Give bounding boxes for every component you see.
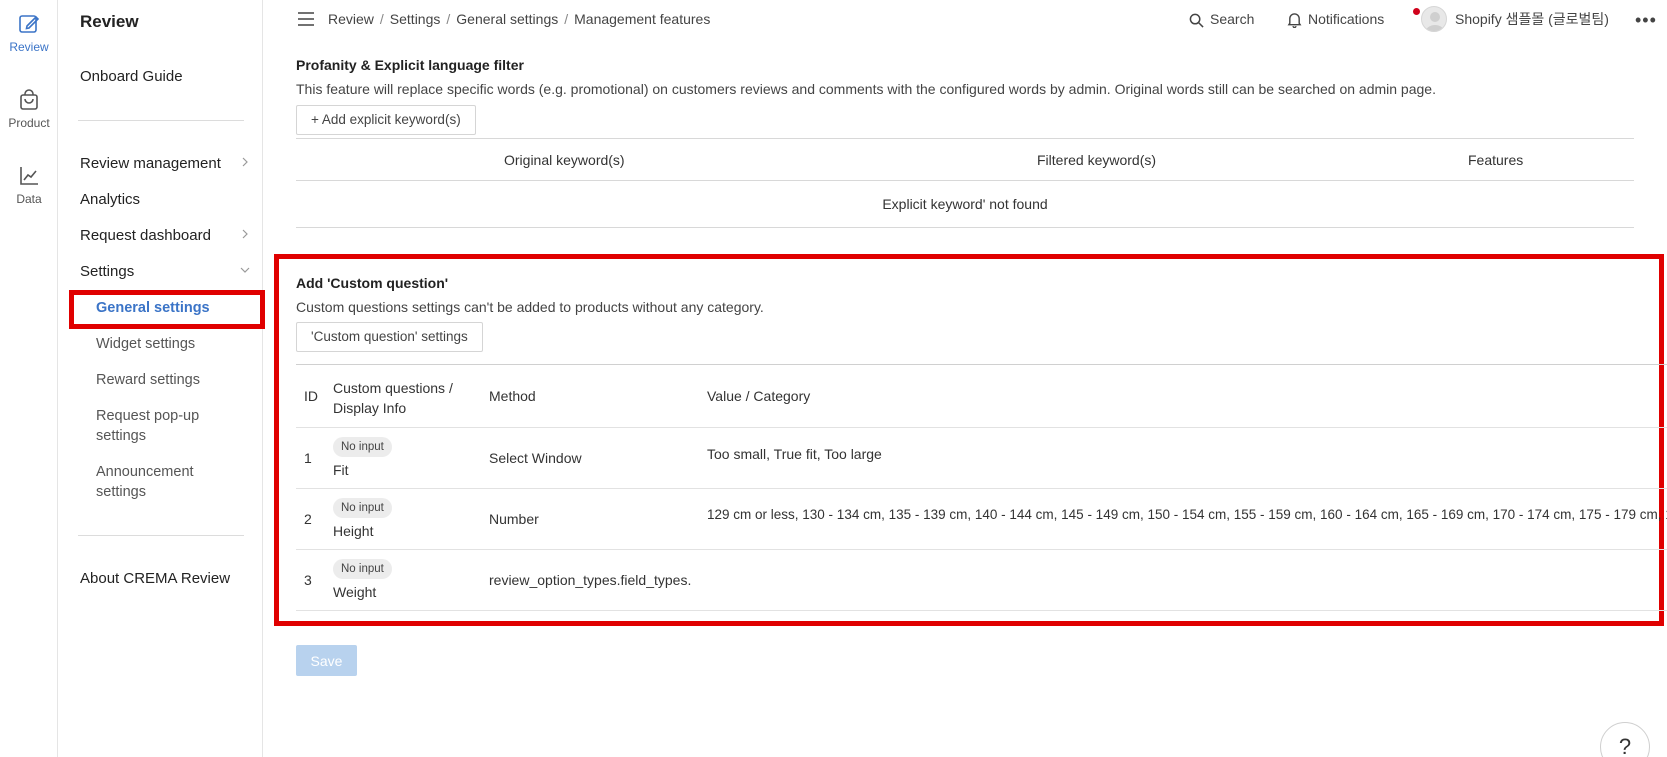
rail-item-review[interactable]: Review — [0, 12, 58, 54]
rail-item-data[interactable]: Data — [0, 164, 58, 206]
sidebar-item-settings[interactable]: Settings — [80, 263, 250, 280]
more-options-button[interactable]: ••• — [1635, 10, 1657, 31]
search-button[interactable]: Search — [1189, 11, 1254, 28]
menu-icon[interactable] — [298, 12, 314, 26]
sidebar-subitem-reward-settings[interactable]: Reward settings — [96, 370, 246, 390]
profanity-description: This feature will replace specific words… — [296, 81, 1436, 97]
breadcrumb: Review / Settings / General settings / Managem… — [328, 11, 710, 27]
search-icon — [1189, 13, 1204, 28]
search-label: Search — [1210, 11, 1255, 27]
question-value: Too small, True fit, Too large — [707, 446, 882, 462]
column-header: Value / Category — [707, 388, 811, 404]
edit-icon — [19, 15, 40, 33]
sidebar-subitem-request-popup-settings[interactable]: Request pop-up settings — [96, 406, 246, 446]
bell-icon — [1287, 13, 1302, 29]
column-header: Features — [1468, 152, 1524, 168]
question-value: 129 cm or less, 130 - 134 cm, 135 - 139 … — [707, 507, 1667, 522]
save-button[interactable]: Save — [296, 645, 357, 676]
sidebar-divider — [78, 535, 244, 536]
badge-label: No input — [333, 559, 392, 579]
question-method: review_option_types.field_types. — [489, 572, 692, 588]
sidebar-item-onboard-guide[interactable]: Onboard Guide — [80, 68, 250, 85]
sidebar-subitem-general-settings[interactable]: General settings — [96, 298, 246, 318]
notifications-label: Notifications — [1308, 11, 1385, 27]
user-name: Shopify 샘플몰 (글로벌팀) — [1455, 11, 1609, 27]
table-row[interactable]: 1 No input Fit Select Window Too small, … — [296, 428, 1667, 489]
column-header: ID — [304, 388, 318, 404]
user-menu[interactable]: Shopify 샘플몰 (글로벌팀) — [1421, 6, 1609, 34]
sidebar: Review Onboard Guide Review management A… — [58, 0, 263, 757]
question-method: Number — [489, 511, 539, 527]
row-id: 3 — [304, 572, 312, 588]
sidebar-item-label: About CREMA Review — [80, 570, 231, 587]
table-header: Original keyword(s) Filtered keyword(s) … — [296, 138, 1634, 181]
column-header: Original keyword(s) — [504, 152, 625, 168]
row-id: 1 — [304, 450, 312, 466]
line-chart-icon — [20, 167, 38, 185]
sidebar-item-analytics[interactable]: Analytics — [80, 191, 250, 208]
empty-state: Explicit keyword' not found — [296, 181, 1634, 228]
question-name: Weight — [333, 584, 377, 600]
rail-item-label: Data — [16, 192, 42, 206]
rail-item-label: Product — [8, 116, 50, 130]
input-status-badge: No input — [333, 437, 392, 457]
column-header: Method — [489, 388, 536, 404]
table-header: ID Custom questions / Display Info Metho… — [296, 364, 1667, 428]
question-name: Height — [333, 523, 374, 539]
badge-label: No input — [333, 498, 392, 518]
add-explicit-keyword-button[interactable]: + Add explicit keyword(s) — [296, 105, 476, 135]
chevron-right-icon — [242, 157, 248, 167]
sidebar-item-review-management[interactable]: Review management — [80, 155, 250, 172]
custom-question-title: Add 'Custom question' — [296, 275, 449, 291]
shopping-bag-icon — [20, 89, 38, 110]
sidebar-item-label: Settings — [80, 263, 135, 280]
avatar — [1421, 6, 1447, 32]
sidebar-item-about[interactable]: About CREMA Review — [80, 570, 250, 587]
icon-rail: Review Product Data — [0, 0, 58, 757]
table-row[interactable]: 2 No input Height Number 129 cm or less,… — [296, 489, 1667, 550]
sidebar-item-label: Request dashboard — [80, 227, 211, 244]
badge-label: No input — [333, 437, 392, 457]
input-status-badge: No input — [333, 498, 392, 518]
notifications-button[interactable]: Notifications — [1287, 8, 1420, 29]
user-icon — [1425, 12, 1445, 31]
help-button[interactable]: ? — [1600, 722, 1650, 757]
breadcrumb-separator: / — [564, 11, 569, 27]
chevron-down-icon — [240, 267, 250, 273]
sidebar-divider — [78, 120, 244, 121]
sidebar-item-label: General settings — [96, 300, 210, 316]
custom-question-settings-button[interactable]: 'Custom question' settings — [296, 322, 483, 352]
question-name: Fit — [333, 462, 349, 478]
question-method: Select Window — [489, 450, 582, 466]
sidebar-item-label: Review management — [80, 155, 221, 172]
sidebar-item-label: Onboard Guide — [80, 68, 183, 85]
sidebar-subitem-widget-settings[interactable]: Widget settings — [96, 334, 246, 354]
rail-item-product[interactable]: Product — [0, 88, 58, 130]
breadcrumb-item[interactable]: Review — [328, 11, 374, 27]
sidebar-item-label: Widget settings — [96, 336, 196, 352]
table-row[interactable]: 3 No input Weight review_option_types.fi… — [296, 550, 1667, 611]
sidebar-item-label: Announcement settings — [96, 464, 194, 500]
breadcrumb-item[interactable]: General settings — [456, 11, 558, 27]
sidebar-subitem-announcement-settings[interactable]: Announcement settings — [96, 462, 246, 502]
column-header: Filtered keyword(s) — [1037, 152, 1157, 168]
breadcrumb-separator: / — [446, 11, 451, 27]
sidebar-item-label: Request pop-up settings — [96, 408, 200, 444]
chevron-right-icon — [242, 229, 248, 239]
breadcrumb-item[interactable]: Settings — [390, 11, 441, 27]
sidebar-title: Review — [80, 12, 139, 31]
row-id: 2 — [304, 511, 312, 527]
sidebar-item-label: Analytics — [80, 191, 141, 208]
top-bar: Review / Settings / General settings / Managem… — [263, 0, 1667, 40]
column-header: Custom questions / Display Info — [333, 380, 453, 416]
custom-question-description: Custom questions settings can't be added… — [296, 299, 764, 315]
sidebar-item-label: Reward settings — [96, 372, 200, 388]
sidebar-item-request-dashboard[interactable]: Request dashboard — [80, 227, 250, 244]
rail-item-label: Review — [9, 40, 49, 54]
notification-dot — [1413, 8, 1420, 15]
breadcrumb-item: Management features — [574, 11, 711, 27]
profanity-title: Profanity & Explicit language filter — [296, 57, 524, 73]
input-status-badge: No input — [333, 559, 392, 579]
breadcrumb-separator: / — [379, 11, 384, 27]
